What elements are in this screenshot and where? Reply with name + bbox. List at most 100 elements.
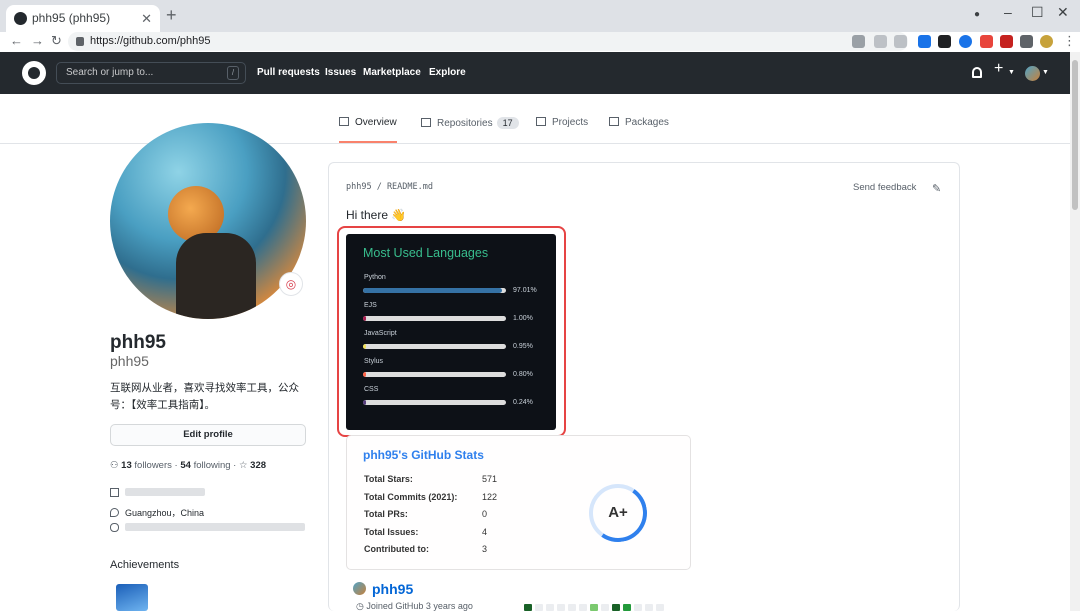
profile-login: phh95	[110, 353, 149, 369]
star-icon[interactable]	[894, 35, 907, 48]
nav-pull-requests[interactable]: Pull requests	[257, 52, 320, 94]
tab-packages[interactable]: Packages	[609, 117, 669, 143]
github-favicon-icon	[14, 12, 27, 25]
forward-icon[interactable]: →	[31, 33, 44, 48]
url-field[interactable]: https://github.com/phh95	[68, 32, 908, 51]
extension-icon[interactable]	[918, 35, 931, 48]
new-tab-icon[interactable]: +	[166, 5, 177, 26]
create-new-icon[interactable]: +	[994, 60, 1003, 78]
followers-label[interactable]: followers	[134, 460, 172, 471]
nav-explore[interactable]: Explore	[429, 52, 466, 94]
send-feedback-link[interactable]: Send feedback	[853, 182, 916, 193]
puzzle-icon[interactable]	[1020, 35, 1033, 48]
lock-icon	[76, 37, 84, 46]
scrollbar-thumb[interactable]	[1072, 60, 1078, 210]
tab-label: Packages	[625, 117, 669, 128]
stat-value: 3	[482, 544, 488, 554]
stat-value: 0	[482, 509, 488, 519]
language-name: CSS	[364, 386, 379, 393]
search-placeholder: Search or jump to...	[66, 67, 154, 78]
language-bar-fill	[363, 400, 366, 405]
contribution-cell	[634, 604, 642, 611]
joined-label: Joined GitHub 3 years ago	[366, 601, 473, 611]
language-bar-track	[363, 344, 506, 349]
following-label[interactable]: following	[194, 460, 231, 471]
following-count[interactable]: 54	[180, 460, 191, 471]
language-percent: 1.00%	[513, 315, 533, 322]
profile-menu-icon[interactable]: ●	[974, 9, 980, 20]
notification-bell-icon[interactable]	[972, 67, 982, 78]
clock-icon: ◷	[356, 601, 364, 611]
extension-icon[interactable]	[980, 35, 993, 48]
nav-marketplace[interactable]: Marketplace	[363, 52, 421, 94]
language-bar-fill	[363, 344, 366, 349]
profile-avatar[interactable]	[110, 123, 306, 319]
avatar[interactable]	[1025, 66, 1040, 81]
contribution-cell	[623, 604, 631, 611]
organization-icon	[110, 488, 119, 497]
contribution-cell	[579, 604, 587, 611]
project-icon	[536, 117, 546, 126]
extension-icon[interactable]	[1000, 35, 1013, 48]
contribution-cell	[645, 604, 653, 611]
search-input[interactable]: Search or jump to... /	[56, 62, 246, 84]
stat-value: 571	[482, 474, 498, 484]
status-emoji-icon[interactable]: ◎	[279, 272, 303, 296]
edit-profile-button[interactable]: Edit profile	[110, 424, 306, 446]
people-icon: ⚇	[110, 460, 119, 471]
language-percent: 97.01%	[513, 287, 537, 294]
stat-label: Total Issues:	[364, 526, 419, 537]
tab-label: Repositories	[437, 118, 493, 129]
contribution-cell	[656, 604, 664, 611]
tab-overview[interactable]: Overview	[339, 117, 397, 143]
nav-issues[interactable]: Issues	[325, 52, 356, 94]
github-header: Search or jump to... / Pull requests Iss…	[0, 52, 1070, 94]
url-text: https://github.com/phh95	[90, 35, 211, 47]
company-item	[110, 488, 205, 498]
more-menu-icon[interactable]: ⋮	[1063, 33, 1076, 49]
star-icon: ☆	[238, 460, 248, 471]
stars-count[interactable]: 328	[250, 460, 266, 471]
minimize-icon[interactable]: –	[1004, 4, 1012, 20]
achievement-badge[interactable]	[116, 584, 148, 611]
language-percent: 0.80%	[513, 371, 533, 378]
close-window-icon[interactable]: ✕	[1057, 4, 1069, 21]
joined-text: ◷ Joined GitHub 3 years ago	[356, 601, 473, 612]
tab-repositories[interactable]: Repositories 17	[421, 117, 519, 143]
trophy-username[interactable]: phh95	[372, 581, 413, 597]
readme-path[interactable]: phh95 / README.md	[346, 182, 433, 192]
maximize-icon[interactable]: ☐	[1031, 4, 1044, 21]
website-item[interactable]	[110, 523, 305, 533]
location-icon	[110, 508, 119, 517]
tab-title: phh95 (phh95)	[32, 11, 111, 25]
stat-label: Contributed to:	[364, 544, 429, 554]
extension-icon[interactable]	[959, 35, 972, 48]
browser-tab[interactable]: phh95 (phh95) ✕	[6, 5, 160, 32]
zoom-icon[interactable]	[874, 35, 887, 48]
stats-card-title: phh95's GitHub Stats	[363, 448, 484, 462]
readme-greeting: Hi there 👋	[346, 208, 407, 222]
close-tab-icon[interactable]: ✕	[141, 5, 152, 32]
website-redacted[interactable]	[125, 523, 305, 531]
avatar-hand	[176, 233, 256, 319]
tab-projects[interactable]: Projects	[536, 117, 588, 143]
user-avatar-icon[interactable]	[1040, 35, 1053, 48]
edit-pencil-icon[interactable]: ✎	[932, 182, 941, 195]
follow-stats: ⚇ 13 followers · 54 following · ☆ 328	[110, 460, 267, 471]
contribution-cell	[612, 604, 620, 611]
followers-count[interactable]: 13	[121, 460, 132, 471]
stat-label: Total PRs:	[364, 509, 408, 519]
address-bar-row: ← → ↻ https://github.com/phh95 ⋮	[0, 32, 1080, 52]
github-logo-icon[interactable]	[22, 61, 46, 85]
tab-label: Overview	[355, 117, 397, 128]
reload-icon[interactable]: ↻	[51, 33, 62, 49]
language-bar-track	[363, 372, 506, 377]
stat-value: 4	[482, 526, 488, 537]
translate-icon[interactable]	[852, 35, 865, 48]
back-icon[interactable]: ←	[10, 33, 23, 48]
language-name: Stylus	[364, 358, 384, 365]
language-bar-track	[363, 400, 506, 405]
contribution-cell	[546, 604, 554, 611]
extension-icon[interactable]	[938, 35, 951, 48]
link-icon	[110, 523, 119, 532]
